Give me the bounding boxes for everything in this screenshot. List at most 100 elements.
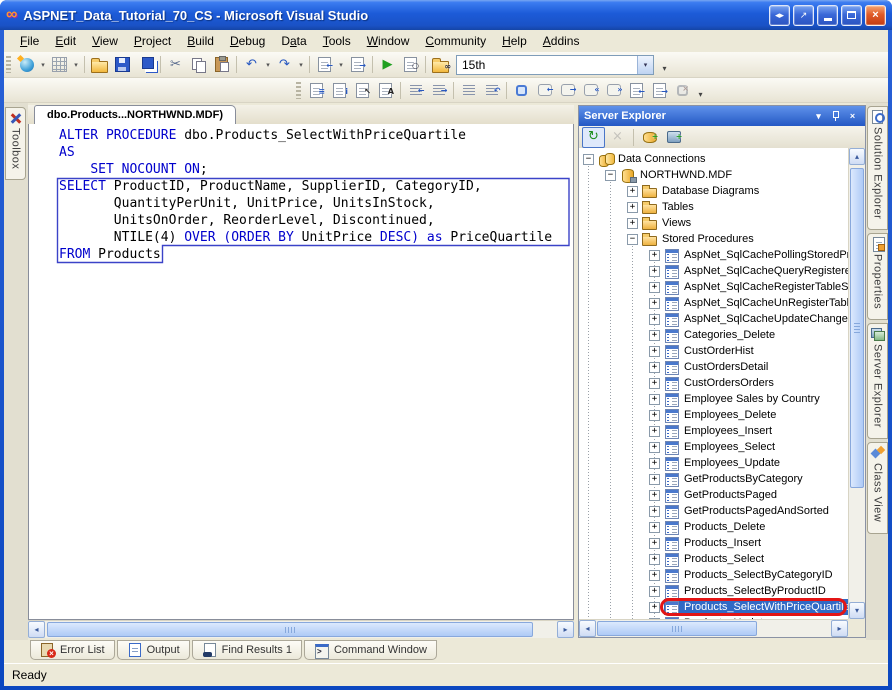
scroll-right-button[interactable]: ▸	[831, 620, 848, 637]
tree-item[interactable]: +CustOrderHist	[579, 343, 848, 359]
scrollbar-thumb[interactable]	[850, 168, 864, 488]
collapse-icon[interactable]: −	[605, 170, 616, 181]
tree-item[interactable]: +GetProductsPaged	[579, 487, 848, 503]
expand-icon[interactable]: +	[649, 250, 660, 261]
tree-item[interactable]: +Employees_Insert	[579, 423, 848, 439]
cut-button[interactable]: ✂	[164, 54, 187, 75]
previous-bookmark-in-document-button[interactable]: ←	[625, 80, 648, 101]
tree-item[interactable]: −Stored Procedures	[579, 231, 848, 247]
next-bookmark-in-document-button[interactable]: →	[648, 80, 671, 101]
scroll-right-button[interactable]: ▸	[557, 621, 574, 638]
expand-icon[interactable]: +	[649, 378, 660, 389]
save-all-button[interactable]	[134, 54, 157, 75]
copy-button[interactable]	[187, 54, 210, 75]
tree-item[interactable]: +Categories_Delete	[579, 327, 848, 343]
expand-icon[interactable]: +	[649, 330, 660, 341]
toolbar-overflow-button[interactable]: ▾	[694, 80, 707, 101]
find-symbol-button[interactable]: ∞	[429, 54, 452, 75]
tree-item[interactable]: +Views	[579, 215, 848, 231]
tree-horizontal-scrollbar[interactable]: ◂ ▸	[579, 619, 848, 637]
menu-item-data[interactable]: Data	[273, 31, 314, 51]
expand-icon[interactable]: +	[649, 282, 660, 293]
cancel-refresh-button[interactable]: ×	[606, 127, 629, 148]
expand-icon[interactable]: +	[627, 218, 638, 229]
scrollbar-track[interactable]	[45, 621, 557, 638]
tree-item[interactable]: +Products_Insert	[579, 535, 848, 551]
tree-item[interactable]: +Database Diagrams	[579, 183, 848, 199]
tree-item[interactable]: +Products_SelectWithPriceQuartile	[579, 599, 848, 615]
undo-button-dropdown[interactable]: ▾	[263, 54, 273, 75]
comment-selected-lines-button[interactable]	[457, 80, 480, 101]
navigate-backward-button-dropdown[interactable]: ▾	[336, 54, 346, 75]
scrollbar-track[interactable]	[596, 620, 831, 637]
navigate-backward-button[interactable]: ←	[313, 54, 336, 75]
redo-button[interactable]: ↷	[273, 54, 296, 75]
expand-icon[interactable]: +	[649, 474, 660, 485]
tree-item[interactable]: +Products_SelectByCategoryID	[579, 567, 848, 583]
display-word-completion-button[interactable]: A	[374, 80, 397, 101]
document-tab[interactable]: dbo.Products...NORTHWND.MDF)	[34, 105, 236, 124]
new-web-site-button-dropdown[interactable]: ▾	[38, 54, 48, 75]
menu-item-help[interactable]: Help	[494, 31, 535, 51]
float-window-button[interactable]: ↗	[793, 5, 814, 26]
tab-command-window[interactable]: Command Window	[304, 640, 437, 660]
scroll-up-button[interactable]: ▴	[849, 148, 865, 165]
tree-item[interactable]: +Employees_Select	[579, 439, 848, 455]
tree-item[interactable]: +Products_Delete	[579, 519, 848, 535]
pane-switch-button[interactable]: ◂▸	[769, 5, 790, 26]
code-editor[interactable]: ALTER PROCEDURE dbo.Products_SelectWithP…	[28, 124, 574, 620]
tree-item[interactable]: +AspNet_SqlCacheRegisterTableSt	[579, 279, 848, 295]
tree-vertical-scrollbar[interactable]: ▴ ▾	[848, 148, 865, 619]
scroll-left-button[interactable]: ◂	[28, 621, 45, 638]
combo-dropdown-icon[interactable]: ▾	[637, 56, 653, 74]
menu-item-build[interactable]: Build	[179, 31, 222, 51]
collapse-icon[interactable]: −	[583, 154, 594, 165]
server-explorer-close-button[interactable]: ×	[845, 109, 860, 123]
expand-icon[interactable]: +	[649, 506, 660, 517]
tree-item[interactable]: +Tables	[579, 199, 848, 215]
expand-icon[interactable]: +	[649, 490, 660, 501]
tab-error-list[interactable]: Error List	[30, 640, 115, 660]
expand-icon[interactable]: +	[649, 586, 660, 597]
new-web-site-button[interactable]	[15, 54, 38, 75]
find-in-files-button[interactable]: ○	[399, 54, 422, 75]
previous-bookmark-in-folder-button[interactable]: «	[579, 80, 602, 101]
expand-icon[interactable]: +	[649, 362, 660, 373]
expand-icon[interactable]: +	[649, 346, 660, 357]
display-parameter-info-button[interactable]: i	[328, 80, 351, 101]
tree-item[interactable]: +AspNet_SqlCacheQueryRegistered	[579, 263, 848, 279]
tree-item[interactable]: +CustOrdersDetail	[579, 359, 848, 375]
tree-item[interactable]: +Products_SelectByProductID	[579, 583, 848, 599]
tree-item[interactable]: +CustOrdersOrders	[579, 375, 848, 391]
minimize-button[interactable]	[817, 5, 838, 26]
paste-button[interactable]	[210, 54, 233, 75]
open-file-button[interactable]	[88, 54, 111, 75]
add-new-item-button[interactable]	[48, 54, 71, 75]
menu-item-community[interactable]: Community	[417, 31, 494, 51]
decrease-indent-button[interactable]: ←	[404, 80, 427, 101]
menu-item-project[interactable]: Project	[126, 31, 179, 51]
toolbar-overflow-button[interactable]: ▾	[658, 54, 671, 75]
scroll-down-button[interactable]: ▾	[849, 602, 865, 619]
expand-icon[interactable]: +	[649, 266, 660, 277]
tree-item[interactable]: −Data Connections	[579, 151, 848, 167]
scrollbar-thumb[interactable]	[47, 622, 533, 637]
undo-button[interactable]: ↶	[240, 54, 263, 75]
previous-bookmark-button[interactable]: ←	[533, 80, 556, 101]
expand-icon[interactable]: +	[649, 314, 660, 325]
menu-item-file[interactable]: File	[12, 31, 47, 51]
next-bookmark-in-folder-button[interactable]: »	[602, 80, 625, 101]
editor-horizontal-scrollbar[interactable]: ◂ ▸	[28, 620, 574, 638]
menu-item-window[interactable]: Window	[359, 31, 418, 51]
expand-icon[interactable]: +	[627, 202, 638, 213]
tree-item[interactable]: +AspNet_SqlCacheUnRegisterTable	[579, 295, 848, 311]
tab-server-explorer[interactable]: Server Explorer	[867, 323, 888, 439]
auto-hide-pin-button[interactable]	[828, 109, 843, 123]
menu-item-addins[interactable]: Addins	[535, 31, 588, 51]
expand-icon[interactable]: +	[649, 554, 660, 565]
expand-icon[interactable]: +	[649, 442, 660, 453]
tab-toolbox[interactable]: Toolbox	[5, 107, 26, 180]
navigate-forward-button[interactable]: →	[346, 54, 369, 75]
tree-item[interactable]: +Employees_Update	[579, 455, 848, 471]
display-quick-info-button[interactable]: ↖	[351, 80, 374, 101]
